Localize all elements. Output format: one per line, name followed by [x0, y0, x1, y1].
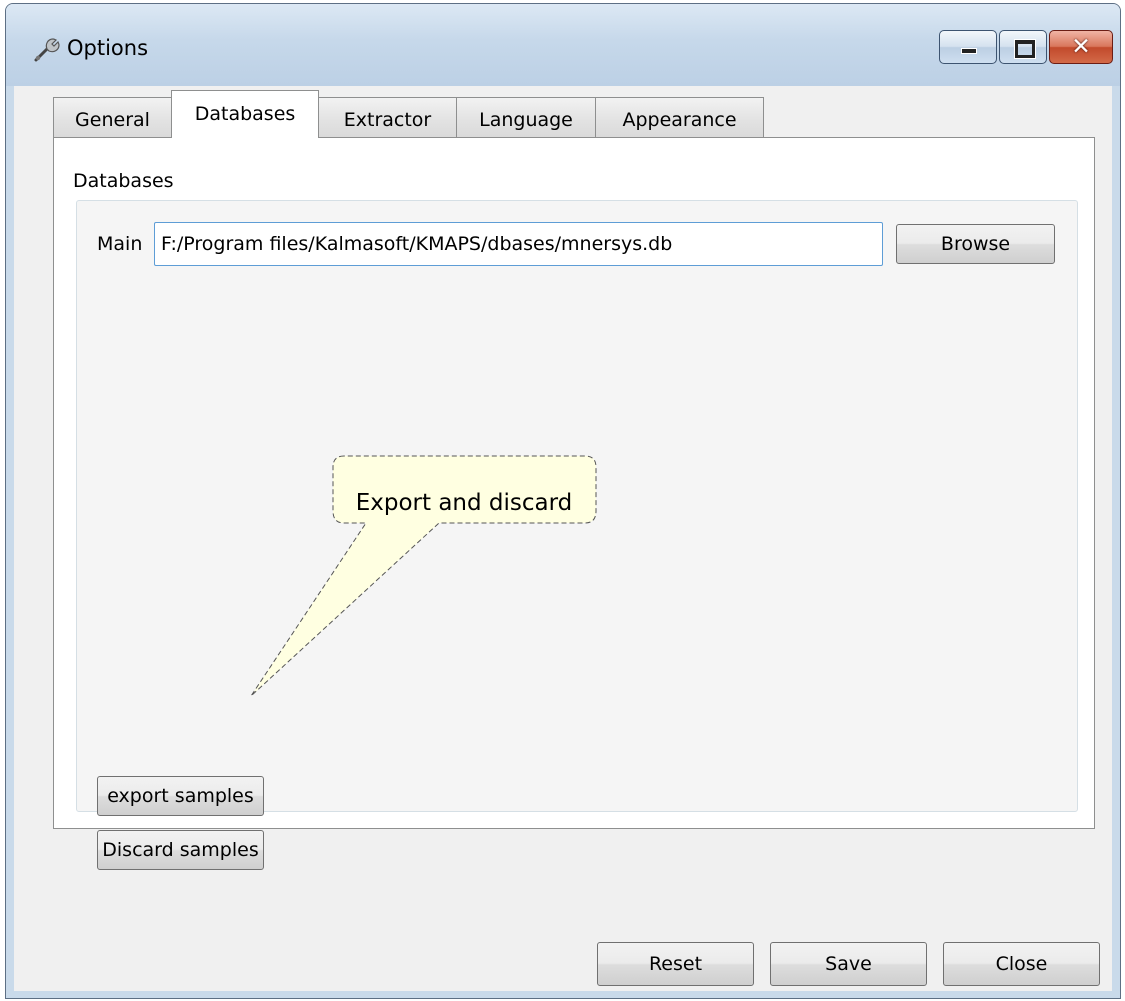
main-db-path-input[interactable] [154, 222, 883, 266]
tab-general[interactable]: General [53, 97, 172, 141]
databases-group-label: Databases [73, 170, 174, 192]
maximize-icon [1015, 40, 1035, 58]
main-db-label: Main [97, 233, 143, 255]
discard-samples-button[interactable]: Discard samples [97, 830, 264, 870]
dialog-client-area: General Databases Extractor Language App… [14, 86, 1112, 991]
callout-text: Export and discard [355, 490, 573, 516]
maximize-button[interactable] [999, 30, 1047, 64]
close-button[interactable]: Close [943, 942, 1100, 986]
title-bar[interactable]: Options ✕ [6, 4, 1120, 86]
close-icon: ✕ [1071, 34, 1091, 60]
window-title: Options [67, 36, 149, 60]
tab-appearance[interactable]: Appearance [595, 97, 764, 141]
browse-button[interactable]: Browse [896, 224, 1055, 264]
tab-language[interactable]: Language [456, 97, 596, 141]
window-controls: ✕ [937, 30, 1113, 66]
wrench-icon [34, 38, 60, 62]
minimize-button[interactable] [939, 30, 997, 64]
close-window-button[interactable]: ✕ [1049, 30, 1113, 64]
tab-databases[interactable]: Databases [171, 90, 319, 138]
reset-button[interactable]: Reset [597, 942, 754, 986]
minimize-icon [961, 48, 977, 54]
options-window: Options ✕ General Databases Extractor La… [5, 3, 1121, 999]
tab-extractor[interactable]: Extractor [318, 97, 457, 141]
save-button[interactable]: Save [770, 942, 927, 986]
export-samples-button[interactable]: export samples [97, 776, 264, 816]
